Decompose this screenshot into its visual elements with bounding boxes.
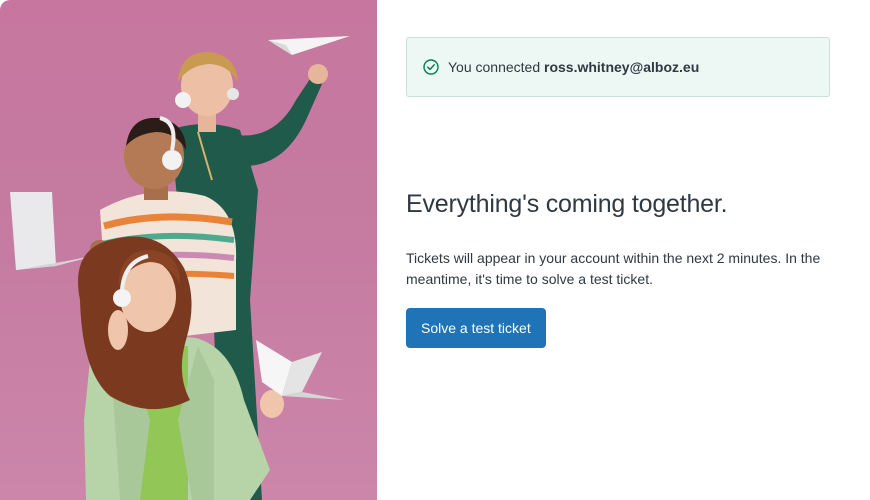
page-title: Everything's coming together. [406, 190, 728, 218]
connection-success-notice: You connected ross.whitney@alboz.eu [406, 37, 830, 97]
main-panel: You connected ross.whitney@alboz.eu Ever… [377, 0, 870, 500]
solve-test-ticket-button[interactable]: Solve a test ticket [406, 308, 546, 348]
notice-message: You connected ross.whitney@alboz.eu [448, 59, 699, 75]
paper-plane-illustration [268, 36, 350, 55]
connected-email: ross.whitney@alboz.eu [544, 59, 700, 75]
check-circle-icon [423, 59, 439, 75]
notice-prefix: You connected [448, 59, 545, 75]
hero-illustration [0, 0, 377, 500]
onboarding-window: You connected ross.whitney@alboz.eu Ever… [0, 0, 870, 500]
page-description: Tickets will appear in your account with… [406, 250, 821, 287]
